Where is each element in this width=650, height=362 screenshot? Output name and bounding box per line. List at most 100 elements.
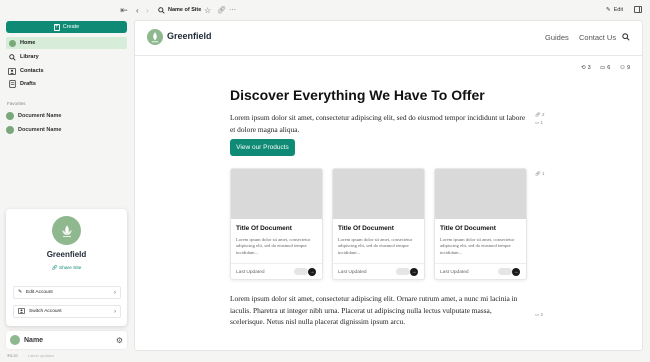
account-name: Greenfield: [46, 250, 87, 259]
arrow-right-icon[interactable]: →: [512, 268, 520, 276]
document-icon: [8, 80, 16, 88]
share-site-link[interactable]: 🔗︎ Share Site: [6, 266, 127, 271]
edit-account-label: Edit Account: [26, 290, 53, 295]
card-image: [435, 169, 526, 219]
bottom-comments-count[interactable]: ▭ 2: [535, 312, 543, 318]
links-count[interactable]: 🔗︎ 2: [535, 112, 545, 118]
history-value: 3: [587, 65, 591, 71]
search-icon[interactable]: [622, 33, 630, 43]
avatar: [10, 335, 20, 345]
bottom-comments-value: 2: [540, 312, 544, 317]
nav-link-contact[interactable]: Contact Us: [579, 33, 616, 42]
favorite-label: Document Name: [18, 113, 62, 119]
intro-paragraph: Lorem ipsum dolor sit amet, consectetur …: [230, 113, 526, 134]
view-products-button[interactable]: View our Products: [230, 139, 295, 156]
header-divider: [135, 55, 642, 56]
cards-links-value: 1: [541, 171, 545, 176]
link-icon: 🔗︎: [51, 266, 58, 271]
body-paragraph: Lorem ipsum dolor sit amet, consectetur …: [230, 294, 518, 326]
arrow-right-icon[interactable]: →: [308, 268, 316, 276]
sidebar-item-home[interactable]: Home: [6, 37, 127, 49]
new-document-icon: [53, 23, 60, 31]
link-icon: 🔗︎: [535, 171, 541, 176]
edit-button[interactable]: ✎ Edit: [606, 5, 623, 15]
site-preview: Greenfield Guides Contact Us ⟲ 3 ▭ 6 ⚇ 9 Di…: [134, 20, 643, 351]
comment-value: 6: [607, 65, 611, 71]
sidebar-item-label: Contacts: [20, 68, 44, 74]
version-number: ®5.20: [7, 353, 18, 358]
document-card[interactable]: Title Of Document Lorem ipsum dolor sit …: [230, 168, 323, 280]
document-card[interactable]: Title Of Document Lorem ipsum dolor sit …: [434, 168, 527, 280]
card-updated: Last Updated: [338, 270, 367, 275]
history-count[interactable]: ⟲ 3: [581, 65, 591, 71]
document-avatar-icon: [6, 112, 14, 120]
sidebar-item-label: Library: [20, 54, 39, 60]
home-icon: [8, 39, 16, 47]
card-text: Lorem ipsum dolor sit amet, consectetur …: [236, 237, 311, 255]
card-text: Lorem ipsum dolor sit amet, consectetur …: [440, 237, 515, 255]
comments-count[interactable]: ▭ 1: [535, 120, 543, 126]
card-title: Title Of Document: [236, 225, 292, 232]
switch-account-label: Switch Account: [29, 309, 62, 314]
chevron-right-icon: ›: [114, 308, 116, 315]
comment-count[interactable]: ▭ 6: [600, 65, 610, 71]
site-title[interactable]: Name of Site: [158, 5, 201, 15]
sidebar-item-label: Drafts: [20, 81, 36, 87]
card-updated: Last Updated: [440, 270, 469, 275]
version-extra: Latest updates: [27, 353, 55, 358]
forward-icon[interactable]: ›: [146, 4, 149, 16]
comment-icon: ▭: [600, 65, 606, 71]
site-logo-icon[interactable]: [147, 29, 163, 45]
search-icon: [8, 53, 16, 61]
version-info: ®5.20 Latest updates: [7, 353, 54, 358]
card-updated: Last Updated: [236, 270, 265, 275]
edit-account-button[interactable]: ✎ Edit Account ›: [13, 286, 121, 299]
toggle-panel-icon[interactable]: [634, 6, 642, 13]
card-text: Lorem ipsum dolor sit amet, consectetur …: [338, 237, 413, 255]
sidebar-item-library[interactable]: Library: [6, 51, 127, 63]
favorite-item[interactable]: Document Name: [6, 124, 61, 136]
star-icon[interactable]: ☆: [204, 4, 211, 16]
pencil-icon: ✎: [18, 290, 23, 295]
comments-value: 1: [540, 120, 544, 125]
sidebar-item-label: Home: [20, 40, 36, 46]
card-toggle[interactable]: [396, 268, 410, 275]
readers-icon: ⚇: [620, 65, 625, 71]
link-icon[interactable]: 🔗︎: [217, 4, 226, 16]
contacts-icon: [18, 307, 25, 316]
switch-account-button[interactable]: Switch Account ›: [13, 305, 121, 318]
reader-count[interactable]: ⚇ 9: [620, 65, 630, 71]
link-icon: 🔗︎: [535, 112, 541, 117]
site-logo-icon: [52, 216, 81, 245]
cards-links-count[interactable]: 🔗︎ 1: [535, 171, 545, 177]
card-toggle[interactable]: [498, 268, 512, 275]
favorite-label: Document Name: [18, 127, 62, 133]
collapse-sidebar-icon[interactable]: ⇤: [118, 5, 130, 15]
user-menu[interactable]: Name ⚙: [6, 331, 127, 349]
edit-label: Edit: [613, 7, 624, 13]
arrow-right-icon[interactable]: →: [410, 268, 418, 276]
page-heading: Discover Everything We Have To Offer: [230, 87, 485, 103]
sidebar-item-contacts[interactable]: Contacts: [6, 65, 127, 77]
nav-link-guides[interactable]: Guides: [545, 33, 569, 42]
site-title-label: Name of Site: [168, 7, 202, 13]
card-image: [333, 169, 424, 219]
card-divider: [231, 263, 322, 264]
card-toggle[interactable]: [294, 268, 308, 275]
search-icon: [158, 6, 165, 14]
favorite-item[interactable]: Document Name: [6, 110, 61, 122]
share-site-label: Share Site: [59, 266, 82, 271]
document-avatar-icon: [6, 126, 14, 134]
reader-value: 9: [626, 65, 630, 71]
create-label: Create: [62, 24, 80, 30]
document-card[interactable]: Title Of Document Lorem ipsum dolor sit …: [332, 168, 425, 280]
gear-icon[interactable]: ⚙: [116, 336, 123, 345]
account-popover: Greenfield 🔗︎ Share Site ✎ Edit Account …: [6, 209, 127, 326]
back-icon[interactable]: ‹: [136, 4, 139, 16]
more-icon[interactable]: ⋯: [229, 4, 236, 16]
user-name: Name: [24, 336, 44, 344]
card-divider: [435, 263, 526, 264]
create-button[interactable]: Create: [6, 21, 127, 33]
comment-icon: ▭: [535, 312, 540, 317]
sidebar-item-drafts[interactable]: Drafts: [6, 78, 127, 90]
